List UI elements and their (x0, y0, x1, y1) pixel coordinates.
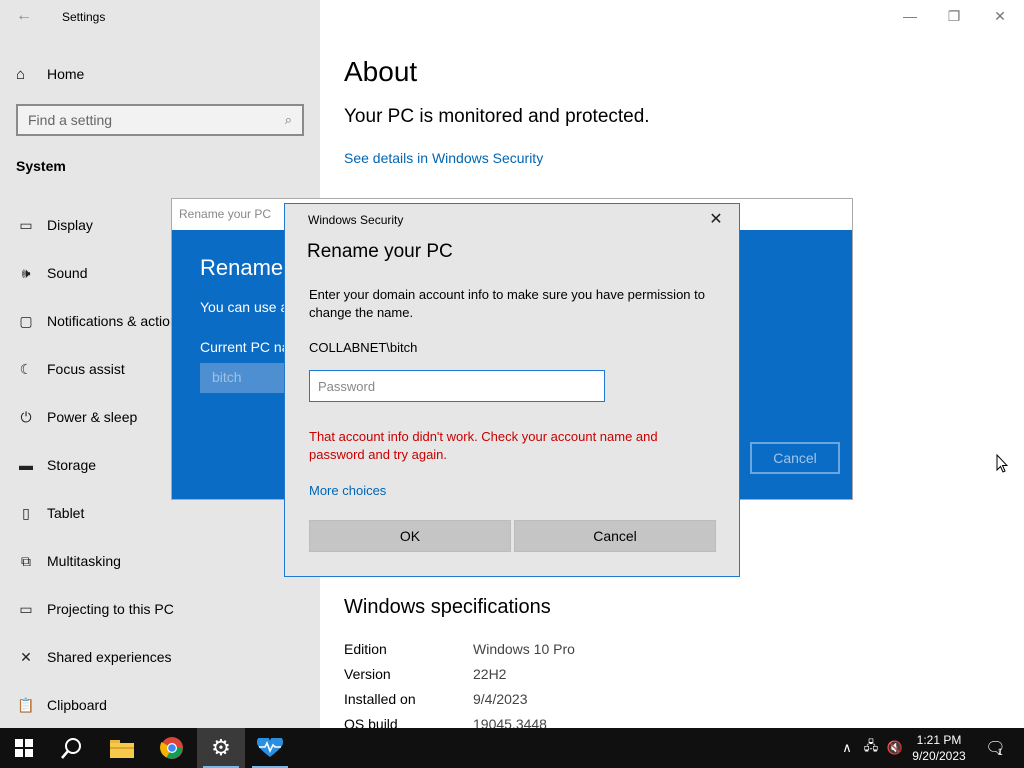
sidebar-item-sound[interactable]: 🕪 Sound (16, 261, 88, 285)
spec-row: Version 22H2 (344, 666, 506, 682)
protection-status: Your PC is monitored and protected. (344, 106, 650, 127)
sidebar-item-label: Projecting to this PC (47, 601, 174, 617)
notifications-icon: ▢ (19, 312, 33, 329)
sidebar-item-label: Display (47, 217, 93, 233)
projecting-icon: ▭ (19, 600, 33, 617)
sidebar-item-label: Notifications & actions (47, 313, 185, 329)
page-title: About (344, 56, 418, 87)
sidebar-item-storage[interactable]: ▬ Storage (16, 453, 96, 477)
spec-key: Installed on (344, 691, 416, 707)
spec-value: 22H2 (473, 666, 507, 682)
chrome-icon (160, 737, 183, 759)
sidebar-item-label: Shared experiences (47, 649, 172, 665)
sidebar-item-tablet[interactable]: ▯ Tablet (16, 501, 84, 525)
sidebar-item-label: Focus assist (47, 361, 125, 377)
section-title: System (16, 158, 66, 174)
security-dialog-description: Enter your domain account info to make s… (309, 287, 705, 320)
search-placeholder: Find a setting (28, 112, 113, 128)
app-title: Settings (62, 10, 106, 24)
sidebar-item-label: Clipboard (47, 697, 107, 713)
folder-icon (110, 740, 134, 758)
sidebar-item-label: Sound (47, 265, 88, 281)
focus-assist-icon: ☾ (19, 360, 33, 377)
gear-icon: ⚙ (211, 735, 231, 760)
spec-row: Installed on 9/4/2023 (344, 691, 528, 707)
volume-muted-icon[interactable]: 🔇 (884, 728, 906, 768)
sidebar-item-label: Power & sleep (47, 409, 138, 425)
password-field[interactable] (309, 370, 605, 402)
search-input[interactable]: Find a setting ⌕ (16, 104, 304, 136)
notification-count: 1 (997, 747, 1003, 757)
sidebar-item-label: Storage (47, 457, 97, 473)
multitasking-icon: ⧉ (21, 552, 31, 569)
power-icon: ⏻ (20, 408, 32, 425)
mouse-cursor-icon (996, 454, 1008, 473)
clock-date: 9/20/2023 (912, 749, 966, 763)
security-dialog-heading: Rename your PC (307, 241, 453, 262)
shared-experiences-icon: ✕ (20, 648, 32, 665)
display-icon: ▭ (19, 216, 33, 233)
close-icon[interactable]: ✕ (988, 6, 1012, 26)
clock-time: 1:21 PM (916, 733, 962, 747)
sidebar-item-multitasking[interactable]: ⧉ Multitasking (16, 549, 121, 573)
network-icon[interactable]: 🖧 (860, 728, 882, 768)
start-button[interactable] (0, 728, 48, 768)
clipboard-icon: 📋 (17, 696, 35, 713)
rename-cancel-button[interactable]: Cancel (750, 442, 840, 474)
sidebar-item-label: Home (47, 66, 85, 82)
taskbar: ⚙ ∧ 🖧 🔇 1:21 PM 9/20/2023 🗨 1 (0, 728, 1024, 768)
spec-key: Edition (344, 641, 387, 657)
spec-row: OS build 19045.3448 (344, 716, 547, 728)
close-icon[interactable]: ✕ (705, 210, 727, 230)
sidebar-item-projecting[interactable]: ▭ Projecting to this PC (16, 597, 174, 621)
minimize-icon[interactable]: — (898, 6, 922, 26)
spec-value: 19045.3448 (473, 716, 547, 728)
spec-row: Edition Windows 10 Pro (344, 641, 575, 657)
sidebar-item-shared-experiences[interactable]: ✕ Shared experiences (16, 645, 172, 669)
search-button[interactable] (48, 728, 96, 768)
taskbar-settings[interactable]: ⚙ (197, 728, 245, 768)
sidebar-item-clipboard[interactable]: 📋 Clipboard (16, 693, 107, 717)
sidebar-item-label: Tablet (47, 505, 85, 521)
windows-logo-icon (15, 739, 33, 757)
cancel-button[interactable]: Cancel (514, 520, 716, 552)
restore-icon[interactable]: ❐ (942, 6, 966, 26)
more-choices-link[interactable]: More choices (309, 483, 386, 498)
error-message: That account info didn't work. Check you… (309, 429, 658, 462)
storage-icon: ▬ (19, 457, 33, 473)
sidebar-item-focus-assist[interactable]: ☾ Focus assist (16, 357, 125, 381)
search-icon: ⌕ (284, 112, 292, 127)
sidebar-item-label: Multitasking (47, 553, 121, 569)
taskbar-app-monitor[interactable] (246, 728, 294, 768)
clock[interactable]: 1:21 PM 9/20/2023 (906, 732, 972, 764)
search-icon (61, 738, 81, 759)
sidebar-item-notifications[interactable]: ▢ Notifications & actions (16, 309, 185, 333)
specs-title: Windows specifications (344, 596, 551, 618)
taskbar-chrome[interactable] (148, 728, 196, 768)
show-hidden-icons-chevron-up-icon[interactable]: ∧ (838, 728, 856, 768)
security-dialog-title: Windows Security (308, 213, 404, 227)
spec-value: Windows 10 Pro (473, 641, 575, 657)
spec-key: Version (344, 666, 391, 682)
sidebar-item-power-sleep[interactable]: ⏻ Power & sleep (16, 405, 137, 429)
sidebar-item-display[interactable]: ▭ Display (16, 213, 93, 237)
spec-key: OS build (344, 716, 398, 728)
windows-security-link[interactable]: See details in Windows Security (344, 150, 543, 166)
action-center-button[interactable]: 🗨 1 (980, 728, 1008, 768)
taskbar-file-explorer[interactable] (98, 728, 146, 768)
new-pc-name-input[interactable]: bitch (200, 363, 290, 393)
heart-monitor-icon (257, 738, 283, 757)
ok-button[interactable]: OK (309, 520, 511, 552)
sound-icon: 🕪 (21, 264, 31, 281)
account-username: COLLABNET\bitch (309, 340, 418, 355)
windows-security-dialog: Windows Security ✕ Rename your PC Enter … (284, 203, 740, 577)
spec-value: 9/4/2023 (473, 691, 528, 707)
sidebar-item-home[interactable]: ⌂ Home (16, 64, 84, 84)
back-arrow-icon[interactable]: ← (16, 8, 36, 24)
tablet-icon: ▯ (22, 504, 30, 521)
home-icon: ⌂ (16, 65, 26, 83)
